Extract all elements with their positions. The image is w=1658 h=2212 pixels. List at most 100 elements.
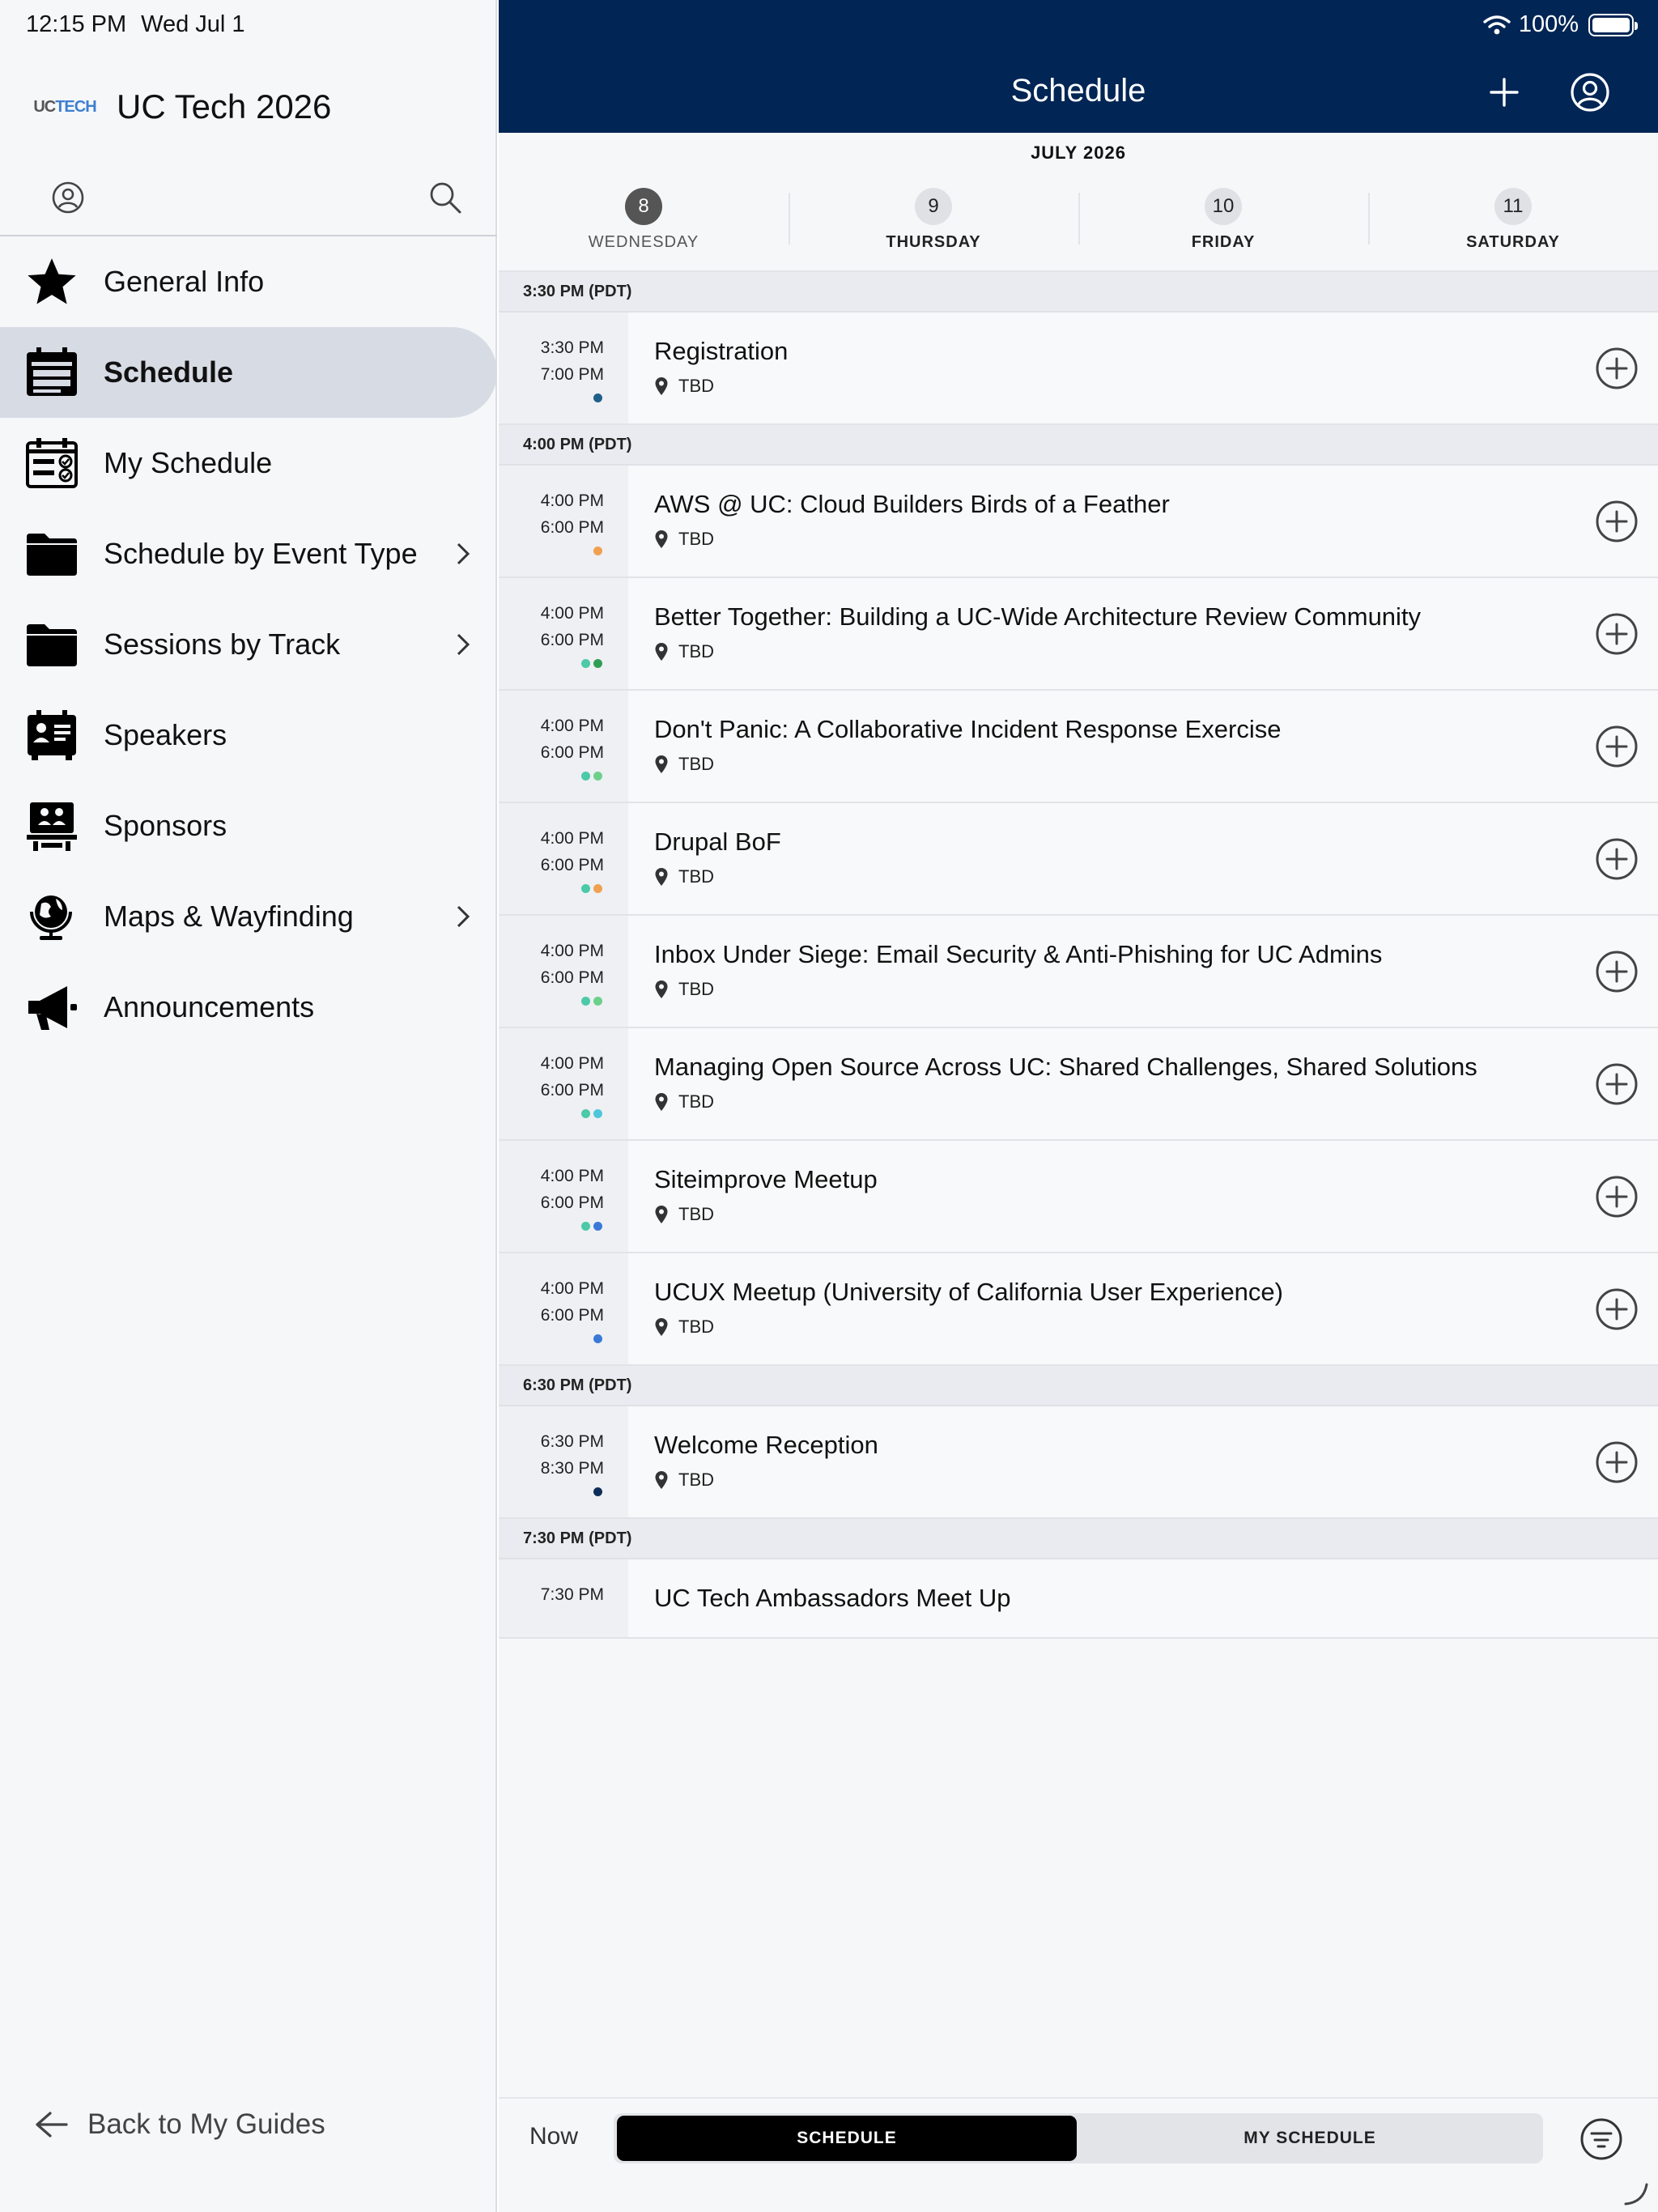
status-indicators: 100%: [1483, 11, 1638, 38]
track-dots: [581, 997, 602, 1006]
sidebar-item-label: Sponsors: [104, 809, 227, 842]
location-pin-icon: [654, 1317, 669, 1337]
location-pin-icon: [654, 376, 669, 396]
session-end-time: 6:00 PM: [540, 856, 604, 874]
day-tab-10[interactable]: 10 FRIDAY: [1078, 173, 1368, 270]
add-to-schedule-icon[interactable]: [1595, 725, 1639, 768]
session-start-time: 3:30 PM: [540, 338, 604, 357]
location-pin-icon: [654, 1205, 669, 1224]
session-row[interactable]: 4:00 PM 6:00 PM AWS @ UC: Cloud Builders B…: [499, 466, 1658, 578]
search-icon[interactable]: [424, 177, 466, 219]
day-tab-9[interactable]: 9 THURSDAY: [789, 173, 1078, 270]
add-to-schedule-icon[interactable]: [1595, 1287, 1639, 1331]
sidebar-item-sessions-by-track[interactable]: Sessions by Track: [0, 599, 497, 690]
app-header: UC TECH UC Tech 2026: [31, 87, 331, 126]
track-dot: [593, 547, 602, 555]
session-row[interactable]: 4:00 PM 6:00 PM Siteimprove Meetup TBD: [499, 1141, 1658, 1253]
track-dot: [593, 884, 602, 893]
account-button[interactable]: [1567, 70, 1613, 115]
day-tab-11[interactable]: 11 SATURDAY: [1368, 173, 1658, 270]
add-to-schedule-icon[interactable]: [1595, 1440, 1639, 1484]
schedule-icon: [23, 347, 81, 397]
session-location-text: TBD: [678, 376, 714, 396]
session-row[interactable]: 6:30 PM 8:30 PM Welcome Reception TBD: [499, 1406, 1658, 1519]
session-title: Siteimprove Meetup: [654, 1165, 878, 1193]
resize-handle-icon[interactable]: [1622, 2180, 1650, 2207]
schedule-segmented-control: SCHEDULE MY SCHEDULE: [614, 2113, 1543, 2163]
session-location: TBD: [654, 754, 714, 775]
session-row[interactable]: 4:00 PM 6:00 PM Managing Open Source Acros…: [499, 1028, 1658, 1141]
session-time-column: 7:30 PM: [499, 1559, 628, 1637]
sidebar-item-my-schedule[interactable]: My Schedule: [0, 418, 497, 508]
add-to-schedule-icon[interactable]: [1595, 1175, 1639, 1219]
session-end-time: 6:00 PM: [540, 518, 604, 537]
day-selector: 8 WEDNESDAY 9 THURSDAY 10 FRIDAY 11 SATURDAY: [499, 173, 1658, 272]
status-date: Wed Jul 1: [141, 11, 245, 37]
add-to-schedule-icon[interactable]: [1595, 1062, 1639, 1106]
sidebar-item-general-info[interactable]: General Info: [0, 236, 497, 327]
session-title: Better Together: Building a UC-Wide Arch…: [654, 602, 1422, 631]
status-time: 12:15 PM: [26, 11, 127, 37]
session-title: Registration: [654, 337, 789, 365]
session-title: UC Tech Ambassadors Meet Up: [654, 1584, 1011, 1612]
back-to-guides-link[interactable]: Back to My Guides: [32, 2108, 325, 2141]
status-time-date: 12:15 PM Wed Jul 1: [26, 11, 245, 38]
session-row[interactable]: 4:00 PM 6:00 PM Inbox Under Siege: Email S…: [499, 916, 1658, 1028]
bottom-bar: Now SCHEDULE MY SCHEDULE: [499, 2097, 1658, 2212]
folder-icon: [23, 620, 81, 669]
battery-icon: [1588, 13, 1638, 36]
time-slot-header: 3:30 PM (PDT): [499, 272, 1658, 313]
location-pin-icon: [654, 642, 669, 661]
session-title: UCUX Meetup (University of California Us…: [654, 1278, 1283, 1306]
sidebar-item-label: My Schedule: [104, 446, 273, 479]
session-title: Drupal BoF: [654, 827, 781, 856]
my-schedule-tab[interactable]: MY SCHEDULE: [1080, 2116, 1540, 2161]
add-to-schedule-icon[interactable]: [1595, 612, 1639, 656]
add-to-schedule-icon[interactable]: [1595, 837, 1639, 881]
track-dot: [593, 393, 602, 402]
sidebar-item-schedule[interactable]: Schedule: [0, 327, 497, 418]
track-dot: [581, 1222, 590, 1231]
session-location: TBD: [654, 529, 714, 550]
profile-icon[interactable]: [47, 177, 89, 219]
session-title: Don't Panic: A Collaborative Incident Re…: [654, 715, 1282, 743]
sidebar-item-label: Speakers: [104, 718, 227, 751]
location-pin-icon: [654, 755, 669, 774]
session-row[interactable]: 4:00 PM 6:00 PM Better Together: Building …: [499, 578, 1658, 691]
session-location-text: TBD: [678, 1317, 714, 1337]
main-panel: 100% Schedule JULY 2026 8 WEDNESDAY 9 THURS…: [499, 0, 1658, 2212]
session-location-text: TBD: [678, 529, 714, 549]
session-row[interactable]: 4:00 PM 6:00 PM Don't Panic: A Collaborati…: [499, 691, 1658, 803]
sidebar-item-label: Schedule: [104, 355, 234, 389]
sidebar-item-announcements[interactable]: Announcements: [0, 962, 497, 1053]
schedule-tab[interactable]: SCHEDULE: [617, 2116, 1077, 2161]
add-button[interactable]: [1482, 70, 1527, 115]
session-location-text: TBD: [678, 1204, 714, 1224]
sidebar-item-sponsors[interactable]: Sponsors: [0, 781, 497, 871]
day-number: 10: [1205, 188, 1242, 225]
wifi-icon: [1483, 15, 1511, 34]
track-dots: [593, 547, 602, 555]
battery-percent: 100%: [1518, 11, 1579, 37]
session-time-column: 4:00 PM 6:00 PM: [499, 466, 628, 576]
sidebar-item-speakers[interactable]: Speakers: [0, 690, 497, 781]
session-location: TBD: [654, 1091, 714, 1112]
session-start-time: 4:00 PM: [540, 942, 604, 960]
session-row[interactable]: 4:00 PM 6:00 PM UCUX Meetup (University of…: [499, 1253, 1658, 1366]
session-row[interactable]: 3:30 PM 7:00 PM Registration TBD: [499, 313, 1658, 425]
time-slot-header: 4:00 PM (PDT): [499, 425, 1658, 466]
now-button[interactable]: Now: [529, 2123, 578, 2150]
track-dots: [581, 659, 602, 668]
add-to-schedule-icon[interactable]: [1595, 950, 1639, 993]
session-start-time: 4:00 PM: [540, 717, 604, 735]
session-row[interactable]: 4:00 PM 6:00 PM Drupal BoF TBD: [499, 803, 1658, 916]
filter-icon[interactable]: [1579, 2116, 1624, 2162]
sidebar-item-schedule-by-event-type[interactable]: Schedule by Event Type: [0, 508, 497, 599]
add-to-schedule-icon[interactable]: [1595, 347, 1639, 390]
folder-icon: [23, 530, 81, 578]
sidebar-item-maps-wayfinding[interactable]: Maps & Wayfinding: [0, 871, 497, 962]
track-dots: [593, 1334, 602, 1343]
add-to-schedule-icon[interactable]: [1595, 500, 1639, 543]
session-row[interactable]: 7:30 PM UC Tech Ambassadors Meet Up: [499, 1559, 1658, 1639]
day-tab-8[interactable]: 8 WEDNESDAY: [499, 173, 789, 270]
